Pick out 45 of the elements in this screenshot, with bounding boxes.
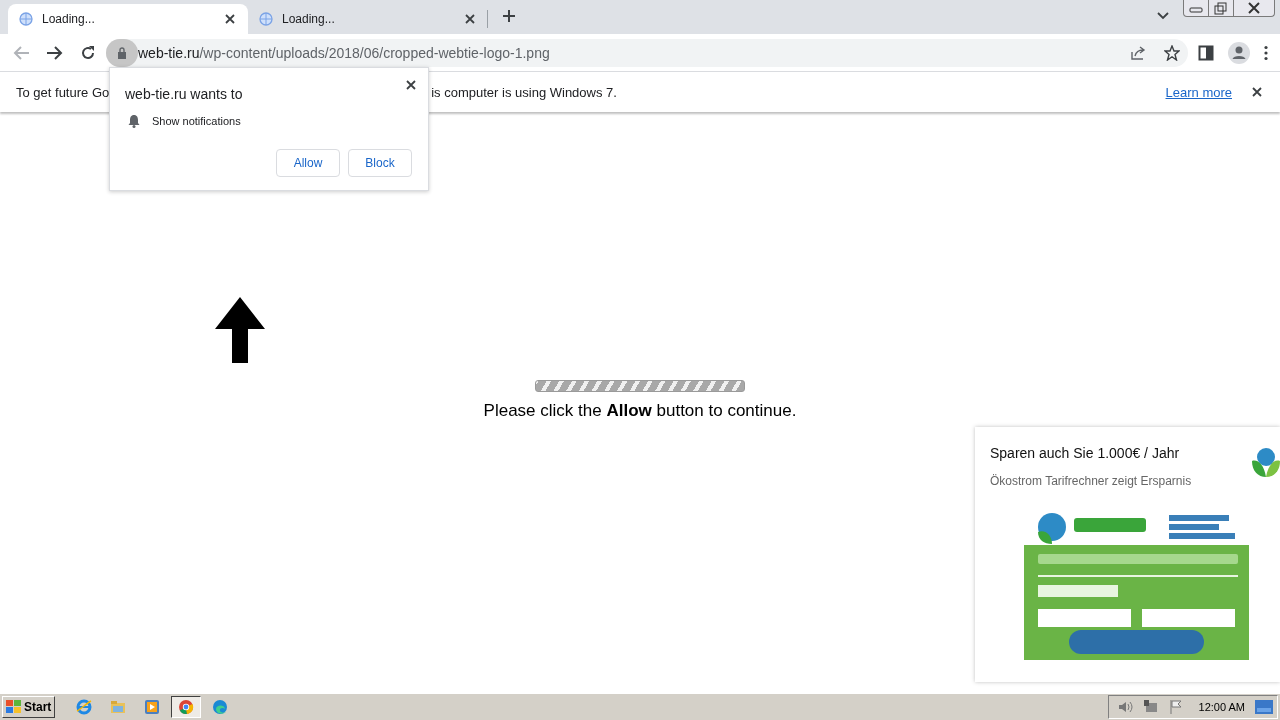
- clock: 12:00 AM: [1198, 701, 1245, 713]
- menu-icon[interactable]: [1264, 44, 1268, 61]
- infobar-text: is computer is using Windows 7.: [431, 84, 617, 100]
- profile-icon[interactable]: [1228, 41, 1250, 64]
- chrome-icon: [178, 699, 195, 715]
- ad-title: Sparen auch Sie 1.000€ / Jahr: [990, 445, 1180, 461]
- infobar-text: To get future Go: [16, 84, 110, 100]
- address-bar[interactable]: web-tie.ru/wp-content/uploads/2018/06/cropped-webtie-logo-1.png: [106, 38, 1188, 67]
- browser-tab[interactable]: Loading...: [248, 10, 488, 28]
- popup-title: web-tie.ru wants to: [125, 86, 244, 102]
- close-icon[interactable]: [463, 12, 477, 26]
- taskbar-app[interactable]: [171, 696, 202, 718]
- ad-subtitle: Ökostrom Tarifrechner zeigt Ersparnis: [990, 474, 1192, 488]
- close-icon[interactable]: [1250, 85, 1264, 99]
- browser-tab[interactable]: Loading...: [8, 4, 248, 34]
- side-panel-icon[interactable]: [1198, 44, 1214, 61]
- speaker-icon[interactable]: [1116, 700, 1133, 714]
- close-icon[interactable]: [404, 78, 418, 92]
- star-icon[interactable]: [1164, 44, 1180, 61]
- learn-more-link[interactable]: Learn more: [1165, 84, 1232, 100]
- chevron-down-icon[interactable]: [1157, 12, 1169, 20]
- browser-e-icon: [76, 699, 93, 715]
- reload-icon[interactable]: [80, 44, 96, 61]
- popup-button[interactable]: Allow: [276, 149, 340, 177]
- globe-icon: [258, 11, 274, 27]
- start-button[interactable]: Start: [2, 696, 56, 718]
- permission-label: Show notifications: [152, 115, 241, 127]
- windows-logo-icon: [6, 700, 22, 714]
- lock-icon[interactable]: [117, 46, 127, 59]
- globe-icon: [18, 11, 34, 27]
- close-icon[interactable]: [223, 12, 237, 26]
- forward-arrow-icon[interactable]: [46, 44, 64, 61]
- instruction-text: Please click the Allow button to continue.: [483, 401, 797, 421]
- edge-icon: [212, 699, 229, 715]
- media-player-icon: [144, 699, 161, 715]
- new-tab-icon[interactable]: [502, 9, 516, 23]
- network-icon[interactable]: [1142, 700, 1159, 714]
- globe-leaf-icon: [1250, 447, 1280, 479]
- share-icon[interactable]: [1130, 44, 1146, 61]
- bell-icon: [128, 114, 140, 128]
- ad-card[interactable]: Sparen auch Sie 1.000€ / Jahr Ökostrom Tarifrechner zeigt Ersparnis: [975, 427, 1280, 682]
- popup-button[interactable]: Block: [348, 149, 412, 177]
- folder-icon: [110, 699, 127, 715]
- flag-icon[interactable]: [1168, 700, 1183, 714]
- up-arrow-icon: [215, 297, 265, 363]
